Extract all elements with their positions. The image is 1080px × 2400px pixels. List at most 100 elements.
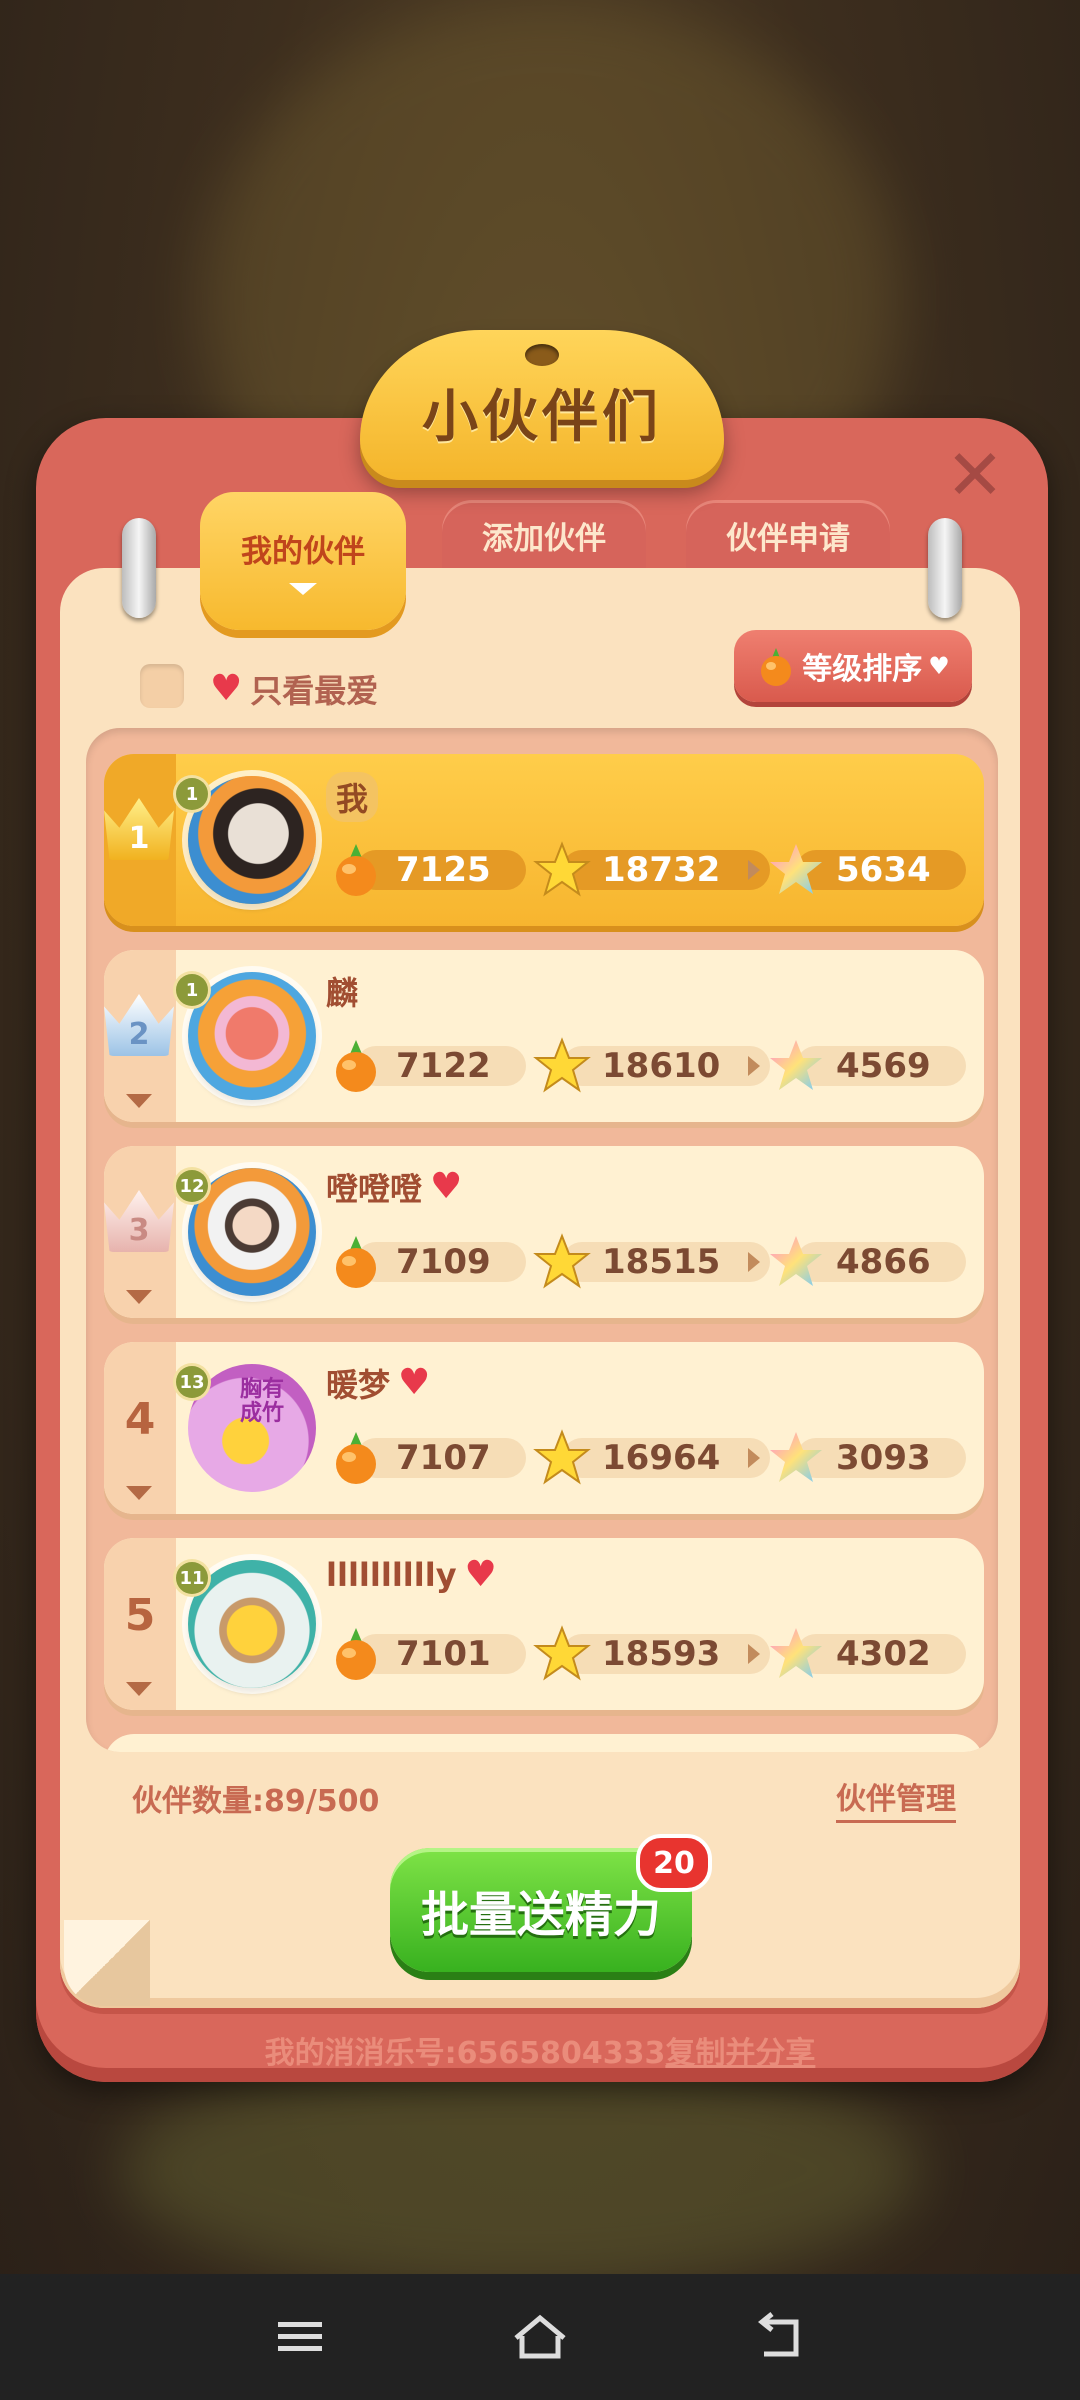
- expand-arrow-icon[interactable]: [126, 1290, 152, 1304]
- level-badge: 11: [176, 1562, 208, 1594]
- heart-dropdown-icon: ♥: [928, 652, 950, 680]
- star-value: 18515: [602, 1242, 721, 1282]
- friend-row-partial[interactable]: [104, 1734, 984, 1752]
- rainbow-star-icon: [770, 844, 822, 894]
- rainbow-star-stat: 4302: [766, 1628, 966, 1680]
- tab-add-friend[interactable]: 添加伙伴: [442, 500, 646, 570]
- rainbow-star-stat: 5634: [766, 844, 966, 896]
- play-arrow-icon: [748, 1448, 760, 1468]
- gift-count-badge: 20: [636, 1834, 712, 1892]
- energy-stat: 7101: [326, 1628, 526, 1680]
- dialog-title: 小伙伴们: [422, 384, 662, 450]
- energy-stat: 7122: [326, 1040, 526, 1092]
- energy-fruit-icon: [336, 1040, 376, 1092]
- yellow-star-icon: [533, 1429, 591, 1485]
- energy-value: 7109: [396, 1242, 491, 1282]
- star-stat[interactable]: 16964: [532, 1429, 770, 1485]
- friend-name: 暖梦 ♥: [326, 1360, 430, 1406]
- friend-name-text: 暖梦: [326, 1366, 391, 1404]
- sort-button[interactable]: 等级排序 ♥: [734, 630, 972, 702]
- menu-icon[interactable]: [270, 2312, 330, 2362]
- friend-name: lllllllllly ♥: [326, 1556, 497, 1594]
- star-stat[interactable]: 18732: [532, 841, 770, 897]
- favorites-only-label: 只看最爱: [250, 672, 379, 710]
- account-id: 我的消消乐号:6565804333: [264, 2036, 666, 2071]
- friend-name-text: 我: [336, 780, 369, 818]
- hanger-hole: [525, 344, 559, 366]
- expand-arrow-icon[interactable]: [126, 1682, 152, 1696]
- rainbow-star-value: 4569: [836, 1046, 931, 1086]
- energy-stat: 7107: [326, 1432, 526, 1484]
- tab-my-friends[interactable]: 我的伙伴: [200, 492, 406, 630]
- play-arrow-icon: [748, 1056, 760, 1076]
- account-id-line: 我的消消乐号:6565804333复制并分享: [0, 2028, 1080, 2072]
- close-icon[interactable]: ✕: [940, 440, 1010, 510]
- rainbow-star-icon: [770, 1628, 822, 1678]
- favorite-heart-icon[interactable]: ♥: [430, 1169, 462, 1205]
- rank-number: 3: [128, 1213, 150, 1248]
- rainbow-star-stat: 4866: [766, 1236, 966, 1288]
- tab-friend-requests[interactable]: 伙伴申请: [686, 500, 890, 570]
- star-value: 18732: [602, 850, 721, 890]
- star-stat[interactable]: 18593: [532, 1625, 770, 1681]
- rainbow-star-stat: 4569: [766, 1040, 966, 1092]
- level-badge: 12: [176, 1170, 208, 1202]
- sort-label: 等级排序: [802, 652, 923, 687]
- yellow-star-icon: [533, 841, 591, 897]
- star-value: 16964: [602, 1438, 721, 1478]
- energy-value: 7125: [396, 850, 491, 890]
- energy-value: 7122: [396, 1046, 491, 1086]
- rainbow-star-value: 3093: [836, 1438, 931, 1478]
- friend-name-text: 噔噔噔: [326, 1170, 423, 1208]
- star-stat[interactable]: 18610: [532, 1037, 770, 1093]
- heart-icon: ♥: [210, 668, 243, 709]
- manage-friends-link[interactable]: 伙伴管理: [836, 1774, 956, 1823]
- play-arrow-icon: [748, 1252, 760, 1272]
- energy-value: 7107: [396, 1438, 491, 1478]
- energy-fruit-icon: [336, 1628, 376, 1680]
- friend-name-text: lllllllllly: [326, 1556, 457, 1594]
- level-badge: 1: [176, 778, 208, 810]
- yellow-star-icon: [533, 1233, 591, 1289]
- chevron-down-icon: [289, 583, 317, 595]
- favorites-only-checkbox[interactable]: [140, 664, 184, 708]
- home-icon[interactable]: [510, 2312, 570, 2362]
- level-badge: 1: [176, 974, 208, 1006]
- expand-arrow-icon[interactable]: [126, 1486, 152, 1500]
- avatar-sticker-text: 胸有成竹: [240, 1377, 285, 1426]
- rank-number: 2: [128, 1017, 150, 1052]
- favorites-only-filter[interactable]: ♥ 只看最爱: [210, 666, 378, 712]
- play-arrow-icon: [748, 1644, 760, 1664]
- star-stat[interactable]: 18515: [532, 1233, 770, 1289]
- friend-row[interactable]: 5 11 lllllllllly ♥ 7101 18593 4302: [104, 1538, 984, 1710]
- dialog-title-plate: 小伙伴们: [360, 330, 724, 480]
- energy-fruit-icon: [761, 648, 792, 686]
- friend-row[interactable]: 4 13 胸有成竹 暖梦 ♥ 7107 16964 3093: [104, 1342, 984, 1514]
- back-icon[interactable]: [750, 2312, 810, 2362]
- energy-fruit-icon: [336, 1236, 376, 1288]
- friend-name: 我: [326, 772, 379, 822]
- play-arrow-icon: [748, 860, 760, 880]
- energy-fruit-icon: [336, 1432, 376, 1484]
- energy-stat: 7125: [326, 844, 526, 896]
- rank-number: 1: [128, 821, 150, 856]
- system-nav-bar: [0, 2274, 1080, 2400]
- energy-stat: 7109: [326, 1236, 526, 1288]
- star-value: 18593: [602, 1634, 721, 1674]
- level-badge: 13: [176, 1366, 208, 1398]
- energy-value: 7101: [396, 1634, 491, 1674]
- friend-count: 伙伴数量:89/500: [132, 1784, 380, 1819]
- yellow-star-icon: [533, 1037, 591, 1093]
- copy-share-link[interactable]: 复制并分享: [665, 2036, 815, 2071]
- yellow-star-icon: [533, 1625, 591, 1681]
- friend-name: 麟: [326, 968, 358, 1014]
- friends-list[interactable]: 1 1 我 7125 18732 5634 2 1 麟 7122 18610 4…: [86, 728, 998, 1752]
- favorite-heart-icon[interactable]: ♥: [465, 1557, 497, 1593]
- favorite-heart-icon[interactable]: ♥: [398, 1365, 430, 1401]
- friend-row[interactable]: 3 12 噔噔噔 ♥ 7109 18515 4866: [104, 1146, 984, 1318]
- binder-ring: [122, 518, 156, 618]
- expand-arrow-icon[interactable]: [126, 1094, 152, 1108]
- friend-row[interactable]: 2 1 麟 7122 18610 4569: [104, 950, 984, 1122]
- background-blur: [120, 2050, 920, 2290]
- friend-row[interactable]: 1 1 我 7125 18732 5634: [104, 754, 984, 926]
